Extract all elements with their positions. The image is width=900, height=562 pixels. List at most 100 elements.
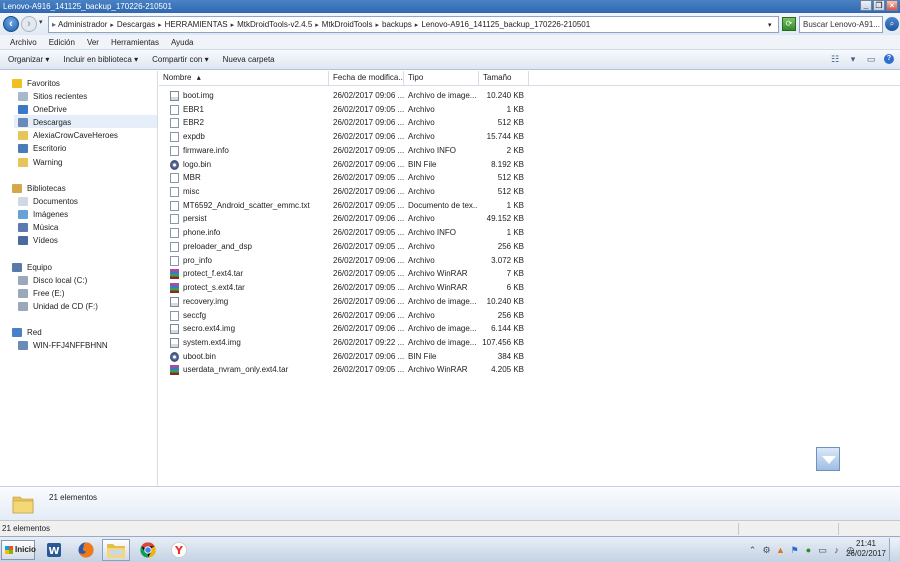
file-row[interactable]: protect_s.ext4.tar 26/02/2017 09:05 ... Ar…: [159, 281, 900, 295]
show-desktop-button[interactable]: [889, 538, 899, 561]
search-icon[interactable]: ⌕: [885, 17, 899, 31]
file-row[interactable]: recovery.img 26/02/2017 09:06 ... Archivo …: [159, 295, 900, 309]
share-with-button[interactable]: Compartir con ▾: [152, 55, 208, 64]
breadcrumb-item[interactable]: Descargas: [117, 20, 155, 29]
nav-group-header[interactable]: Bibliotecas: [12, 182, 66, 194]
file-row[interactable]: userdata_nvram_only.ext4.tar 26/02/2017 0…: [159, 363, 900, 377]
system-clock[interactable]: 21:41 26/02/2017: [846, 539, 886, 559]
menu-item[interactable]: Ver: [87, 38, 99, 47]
minimize-button[interactable]: _: [860, 0, 872, 11]
breadcrumb-separator-icon[interactable]: ▸: [231, 21, 235, 29]
breadcrumb-item[interactable]: Administrador: [58, 20, 107, 29]
nav-group-header[interactable]: Favoritos: [12, 77, 60, 89]
nav-item[interactable]: Warning: [18, 156, 63, 168]
new-folder-button[interactable]: Nueva carpeta: [223, 55, 275, 64]
nav-item[interactable]: Música: [18, 221, 58, 233]
breadcrumb-separator-icon[interactable]: ▸: [375, 21, 379, 29]
show-hidden-icons-icon[interactable]: ⌃: [748, 545, 757, 555]
refresh-button[interactable]: ⟳: [782, 17, 796, 31]
view-options-icon[interactable]: ☷: [830, 54, 840, 64]
folder-address-icon: ▸: [52, 20, 57, 29]
start-button[interactable]: Inicio: [1, 540, 36, 560]
file-date: 26/02/2017 09:06 ...: [333, 351, 405, 361]
view-dropdown-icon[interactable]: ▾: [848, 54, 858, 64]
menu-item[interactable]: Edición: [49, 38, 75, 47]
nav-item[interactable]: Disco local (C:): [18, 274, 87, 286]
file-row[interactable]: expdb 26/02/2017 09:06 ... Archivo 15.744 K…: [159, 130, 900, 144]
file-row[interactable]: boot.img 26/02/2017 09:06 ... Archivo de i…: [159, 89, 900, 103]
column-header-date[interactable]: Fecha de modifica...: [329, 71, 404, 86]
menu-item[interactable]: Archivo: [10, 38, 37, 47]
file-row[interactable]: misc 26/02/2017 09:06 ... Archivo 512 KB: [159, 185, 900, 199]
word-taskbar-icon[interactable]: W: [40, 539, 68, 561]
column-header-name[interactable]: Nombre ▴: [159, 71, 329, 86]
flag-tray-icon[interactable]: ⚑: [790, 545, 799, 555]
menu-item[interactable]: Ayuda: [171, 38, 194, 47]
nav-item[interactable]: Documentos: [18, 195, 78, 207]
nav-group-header[interactable]: Equipo: [12, 261, 52, 273]
nav-item[interactable]: Free (E:): [18, 287, 65, 299]
file-row[interactable]: logo.bin 26/02/2017 09:06 ... BIN File 8.19…: [159, 158, 900, 172]
file-row[interactable]: MBR 26/02/2017 09:05 ... Archivo 512 KB: [159, 171, 900, 185]
address-dropdown-icon[interactable]: ▾: [768, 21, 772, 29]
file-row[interactable]: EBR1 26/02/2017 09:05 ... Archivo 1 KB: [159, 103, 900, 117]
file-row[interactable]: uboot.bin 26/02/2017 09:06 ... BIN File 384…: [159, 350, 900, 364]
file-row[interactable]: phone.info 26/02/2017 09:05 ... Archivo IN…: [159, 226, 900, 240]
organize-button[interactable]: Organizar ▾: [8, 55, 49, 64]
breadcrumb-item[interactable]: MtkDroidTools: [322, 20, 373, 29]
breadcrumb-separator-icon[interactable]: ▸: [415, 21, 419, 29]
update-tray-icon[interactable]: ●: [804, 545, 813, 555]
file-row[interactable]: seccfg 26/02/2017 09:06 ... Archivo 256 KB: [159, 309, 900, 323]
file-row[interactable]: system.ext4.img 26/02/2017 09:22 ... Archi…: [159, 336, 900, 350]
recent-pages-dropdown-icon[interactable]: ▾: [39, 18, 43, 26]
breadcrumb-item[interactable]: HERRAMIENTAS: [165, 20, 228, 29]
breadcrumb-separator-icon[interactable]: ▸: [110, 21, 114, 29]
file-row[interactable]: secro.ext4.img 26/02/2017 09:06 ... Archiv…: [159, 322, 900, 336]
file-row[interactable]: preloader_and_dsp 26/02/2017 09:05 ... Arc…: [159, 240, 900, 254]
settings-tray-icon[interactable]: ⚙: [762, 545, 771, 555]
file-type: Archivo de image...: [408, 91, 477, 100]
breadcrumb-item[interactable]: MtkDroidTools-v2.4.5: [237, 20, 312, 29]
nav-group-header[interactable]: Red: [12, 326, 42, 338]
volume-tray-icon[interactable]: ♪: [832, 545, 841, 555]
firefox-taskbar-icon[interactable]: [72, 539, 100, 561]
explorer-taskbar-icon[interactable]: [102, 539, 130, 561]
scroll-down-button[interactable]: [816, 447, 840, 471]
maximize-button[interactable]: ❐: [873, 0, 885, 11]
file-row[interactable]: protect_f.ext4.tar 26/02/2017 09:05 ... Ar…: [159, 267, 900, 281]
nav-item[interactable]: Descargas: [18, 116, 71, 128]
address-bar[interactable]: ▸ Administrador ▸ Descargas ▸ HERRAMIENTAS ▸ M…: [48, 16, 779, 33]
file-date: 26/02/2017 09:05 ...: [333, 173, 405, 183]
search-input[interactable]: Buscar Lenovo-A91...: [799, 16, 883, 33]
display-tray-icon[interactable]: ▭: [818, 545, 827, 555]
nav-item[interactable]: OneDrive: [18, 103, 67, 115]
file-row[interactable]: EBR2 26/02/2017 09:06 ... Archivo 512 KB: [159, 116, 900, 130]
yandex-taskbar-icon[interactable]: Y: [165, 539, 193, 561]
nav-item[interactable]: Escritorio: [18, 143, 66, 155]
file-row[interactable]: firmware.info 26/02/2017 09:05 ... Archivo…: [159, 144, 900, 158]
forward-button[interactable]: ›: [21, 16, 37, 32]
nav-item[interactable]: Vídeos: [18, 235, 58, 247]
nav-item[interactable]: Unidad de CD (F:): [18, 300, 98, 312]
breadcrumb-item[interactable]: Lenovo-A916_141125_backup_170226-210501: [421, 20, 590, 29]
menu-item[interactable]: Herramientas: [111, 38, 159, 47]
help-icon[interactable]: ?: [884, 54, 894, 64]
close-button[interactable]: ×: [886, 0, 898, 11]
breadcrumb-separator-icon[interactable]: ▸: [158, 21, 162, 29]
column-header-size[interactable]: Tamaño: [479, 71, 529, 86]
include-in-library-button[interactable]: Incluir en biblioteca ▾: [63, 55, 138, 64]
nav-item[interactable]: WIN-FFJ4NFFBHNN: [18, 339, 108, 351]
preview-pane-icon[interactable]: ▭: [866, 54, 876, 64]
file-row[interactable]: MT6592_Android_scatter_emmc.txt 26/02/201…: [159, 199, 900, 213]
breadcrumb-item[interactable]: backups: [382, 20, 412, 29]
breadcrumb-separator-icon[interactable]: ▸: [315, 21, 319, 29]
file-row[interactable]: persist 26/02/2017 09:06 ... Archivo 49.152…: [159, 212, 900, 226]
file-row[interactable]: pro_info 26/02/2017 09:06 ... Archivo 3.072…: [159, 254, 900, 268]
network-tray-icon[interactable]: ▲: [776, 545, 785, 555]
nav-item[interactable]: Sitios recientes: [18, 90, 87, 102]
back-button[interactable]: ‹: [3, 16, 19, 32]
column-header-type[interactable]: Tipo: [404, 71, 479, 86]
chrome-taskbar-icon[interactable]: [134, 539, 162, 561]
nav-item[interactable]: Imágenes: [18, 208, 68, 220]
nav-item[interactable]: AlexiaCrowCaveHeroes: [18, 130, 118, 142]
